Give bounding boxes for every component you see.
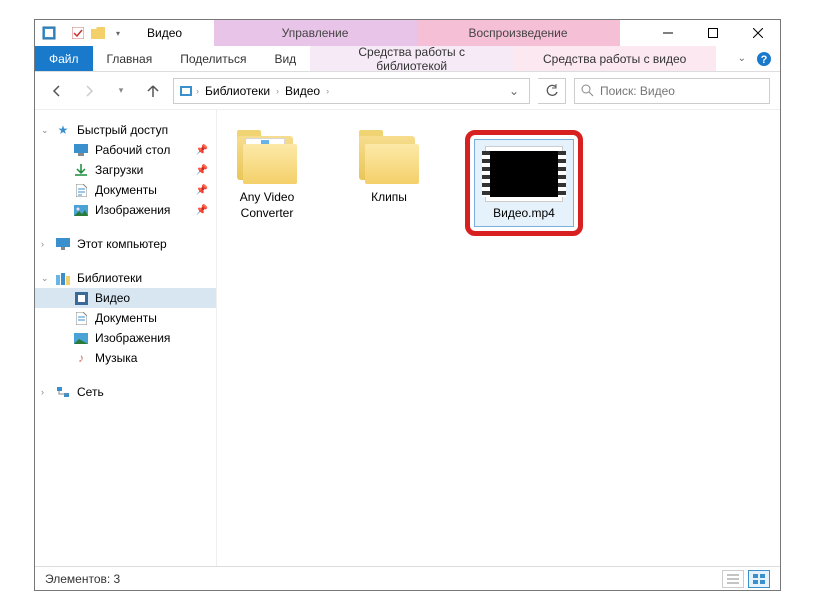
up-button[interactable] [141, 79, 165, 103]
properties-icon[interactable] [70, 25, 86, 41]
chevron-down-icon[interactable]: ⌄ [41, 125, 51, 136]
video-file-item[interactable]: Видео.mp4 [474, 139, 574, 227]
explorer-window: ▾ Видео Управление Воспроизведение Файл … [34, 19, 781, 591]
ribbon-expand-icon[interactable]: ⌄ [738, 53, 746, 64]
highlight-annotation: Видео.mp4 [465, 130, 583, 236]
folder-icon [233, 130, 301, 186]
close-button[interactable] [735, 20, 780, 46]
breadcrumb-dropdown-icon[interactable]: ⌄ [503, 84, 525, 98]
document-icon [73, 310, 89, 326]
sidebar-lib-documents[interactable]: Документы [35, 308, 216, 328]
location-icon [178, 83, 194, 99]
thumbnails-view-button[interactable] [748, 570, 770, 588]
maximize-button[interactable] [690, 20, 735, 46]
tab-library-tools[interactable]: Средства работы с библиотекой [310, 46, 513, 71]
address-bar: ▾ › Библиотеки › Видео › ⌄ [35, 72, 780, 110]
pin-icon: 📌 [196, 185, 208, 196]
search-icon [581, 84, 594, 97]
chevron-right-icon[interactable]: › [196, 86, 199, 96]
tab-share[interactable]: Поделиться [166, 46, 260, 71]
tab-home[interactable]: Главная [93, 46, 167, 71]
title-bar: ▾ Видео Управление Воспроизведение [35, 20, 780, 46]
sidebar-documents[interactable]: Документы📌 [35, 180, 216, 200]
ribbon-tabs: Файл Главная Поделиться Вид Средства раб… [35, 46, 780, 72]
refresh-button[interactable] [538, 78, 566, 104]
content-pane[interactable]: Any Video Converter Клипы Видео.mp4 [217, 110, 780, 566]
tab-file[interactable]: Файл [35, 46, 93, 71]
recent-dropdown-icon[interactable]: ▾ [109, 79, 133, 103]
item-label: Any Video Converter [221, 190, 313, 221]
sidebar-desktop[interactable]: Рабочий стол📌 [35, 140, 216, 160]
status-bar: Элементов: 3 [35, 566, 780, 590]
star-icon: ★ [55, 122, 71, 138]
folder-icon[interactable] [90, 25, 106, 41]
item-label: Клипы [371, 190, 407, 206]
contextual-tab-groups: Управление Воспроизведение [188, 20, 645, 46]
sidebar-lib-pictures[interactable]: Изображения [35, 328, 216, 348]
chevron-right-icon[interactable]: › [41, 239, 51, 249]
app-icon [41, 25, 57, 41]
video-library-icon [73, 290, 89, 306]
help-icon[interactable]: ? [756, 51, 772, 67]
chevron-right-icon[interactable]: › [326, 86, 329, 96]
document-icon [73, 182, 89, 198]
sidebar-this-pc[interactable]: ›Этот компьютер [35, 234, 216, 254]
forward-button[interactable] [77, 79, 101, 103]
tab-video-tools[interactable]: Средства работы с видео [513, 46, 716, 71]
breadcrumb-libraries[interactable]: Библиотеки [201, 84, 274, 98]
breadcrumb[interactable]: › Библиотеки › Видео › ⌄ [173, 78, 530, 104]
details-view-button[interactable] [722, 570, 744, 588]
sidebar-videos[interactable]: Видео [35, 288, 216, 308]
qat-dropdown-icon[interactable]: ▾ [110, 25, 126, 41]
pin-icon: 📌 [196, 205, 208, 216]
pictures-icon [73, 202, 89, 218]
sidebar-downloads[interactable]: Загрузки📌 [35, 160, 216, 180]
quick-access-toolbar: ▾ [35, 20, 141, 46]
contextual-group-playback: Воспроизведение [417, 20, 620, 46]
download-icon [73, 162, 89, 178]
svg-text:?: ? [761, 54, 768, 66]
navigation-pane: ⌄★Быстрый доступ Рабочий стол📌 Загрузки📌… [35, 110, 217, 566]
window-title: Видео [141, 20, 188, 46]
computer-icon [55, 236, 71, 252]
status-item-count: Элементов: 3 [45, 572, 120, 586]
search-box[interactable] [574, 78, 770, 104]
sidebar-music[interactable]: ♪Музыка [35, 348, 216, 368]
sidebar-libraries[interactable]: ⌄Библиотеки [35, 268, 216, 288]
body: ⌄★Быстрый доступ Рабочий стол📌 Загрузки📌… [35, 110, 780, 566]
pictures-icon [73, 330, 89, 346]
sidebar-quick-access[interactable]: ⌄★Быстрый доступ [35, 120, 216, 140]
pin-icon: 📌 [196, 165, 208, 176]
item-label: Видео.mp4 [493, 206, 555, 222]
chevron-right-icon[interactable]: › [276, 86, 279, 96]
tab-view[interactable]: Вид [260, 46, 310, 71]
window-controls [645, 20, 780, 46]
folder-icon [355, 130, 423, 186]
pin-icon: 📌 [196, 145, 208, 156]
network-icon [55, 384, 71, 400]
folder-item[interactable]: Any Video Converter [221, 130, 313, 221]
back-button[interactable] [45, 79, 69, 103]
search-input[interactable] [600, 84, 763, 98]
chevron-right-icon[interactable]: › [41, 387, 51, 397]
minimize-button[interactable] [645, 20, 690, 46]
contextual-group-manage: Управление [214, 20, 417, 46]
sidebar-pictures[interactable]: Изображения📌 [35, 200, 216, 220]
breadcrumb-videos[interactable]: Видео [281, 84, 324, 98]
desktop-icon [73, 142, 89, 158]
video-thumbnail-icon [485, 146, 563, 202]
sidebar-network[interactable]: ›Сеть [35, 382, 216, 402]
chevron-down-icon[interactable]: ⌄ [41, 273, 51, 284]
music-icon: ♪ [73, 350, 89, 366]
libraries-icon [55, 270, 71, 286]
folder-item[interactable]: Клипы [343, 130, 435, 206]
